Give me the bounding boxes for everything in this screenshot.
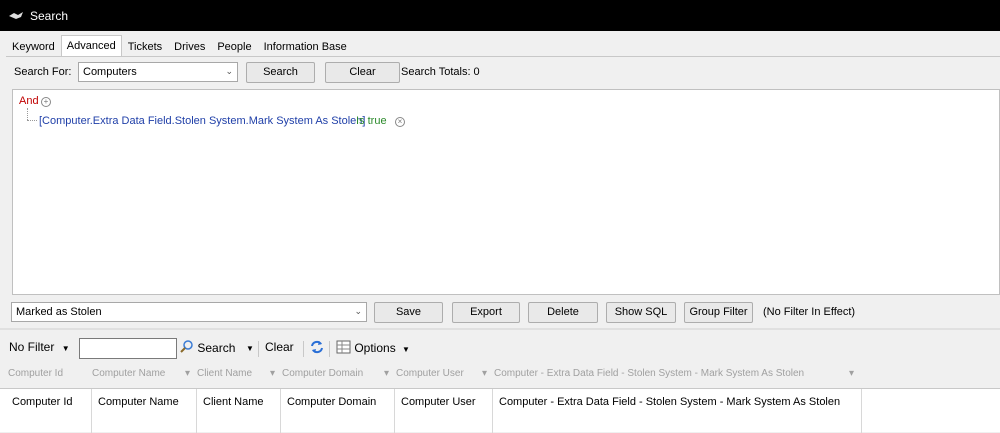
tab-advanced[interactable]: Advanced [60,35,122,56]
search-for-select[interactable]: Computers ⌄ [78,62,238,82]
search-button[interactable]: Search [246,62,315,83]
add-condition-icon[interactable]: + [41,97,51,107]
no-filter-dropdown[interactable]: No Filter ▼ [9,340,70,354]
column-header-mark-stolen[interactable]: Computer - Extra Data Field - Stolen Sys… [493,389,862,433]
tab-information-base[interactable]: Information Base [258,37,353,56]
chevron-down-icon[interactable]: ▾ [384,368,389,379]
filter-client-name[interactable]: Client Name [197,368,252,379]
chevron-down-icon: ⌄ [225,66,233,76]
column-header-computer-name[interactable]: Computer Name [92,389,197,433]
toolbar-search-button[interactable]: Search [180,340,235,355]
delete-button[interactable]: Delete [528,302,598,323]
tree-line [27,108,28,120]
section-divider [0,328,1000,330]
chevron-down-icon[interactable]: ▾ [185,368,190,379]
toolbar-clear-button[interactable]: Clear [265,340,294,354]
caret-down-icon: ▼ [61,344,70,353]
save-button[interactable]: Save [374,302,443,323]
filter-computer-id[interactable]: Computer Id [8,368,63,379]
show-sql-button[interactable]: Show SQL [606,302,676,323]
tab-strip: Keyword Advanced Tickets Drives People I… [6,35,353,56]
options-label: Options [354,341,396,355]
column-header-computer-user[interactable]: Computer User [395,389,493,433]
toolbar-separator [303,341,304,357]
chevron-down-icon[interactable]: ▾ [270,368,275,379]
filter-row: Computer Id Computer Name ▾ Client Name … [0,364,1000,384]
toolbar-separator [329,341,330,357]
search-window-icon [8,10,24,22]
clear-button[interactable]: Clear [325,62,400,83]
refresh-icon[interactable] [310,340,324,355]
column-header-computer-id[interactable]: Computer Id [6,389,92,433]
filter-computer-domain[interactable]: Computer Domain [282,368,363,379]
caret-down-icon: ▼ [402,345,410,354]
title-bar: Search [0,0,1000,31]
filter-mark-stolen[interactable]: Computer - Extra Data Field - Stolen Sys… [494,368,804,379]
window-title: Search [30,8,69,23]
tab-keyword[interactable]: Keyword [6,37,61,56]
saved-filter-select[interactable]: Marked as Stolen ⌄ [11,302,367,322]
column-header-client-name[interactable]: Client Name [197,389,281,433]
options-grid-icon [336,340,354,355]
tab-people[interactable]: People [211,37,257,56]
filter-computer-name[interactable]: Computer Name [92,368,165,379]
options-dropdown[interactable]: Options ▼ [336,340,410,355]
filter-computer-user[interactable]: Computer User [396,368,464,379]
filter-status: (No Filter In Effect) [763,306,856,318]
tree-line [27,120,37,121]
no-filter-label: No Filter [9,340,55,354]
export-button[interactable]: Export [452,302,520,323]
condition-field[interactable]: [Computer.Extra Data Field.Stolen System… [39,115,365,127]
query-builder[interactable]: And + [Computer.Extra Data Field.Stolen … [12,89,1000,295]
caret-down-icon: ▼ [246,344,254,353]
search-options-dropdown[interactable]: ▼ [246,340,254,354]
saved-filter-row: Marked as Stolen ⌄ Save Export Delete Sh… [0,298,1000,326]
filter-text-input[interactable] [79,338,177,359]
chevron-down-icon: ⌄ [354,306,362,316]
condition-operator[interactable]: Is true [356,115,387,127]
tab-drives[interactable]: Drives [168,37,211,56]
search-for-value: Computers [83,66,137,78]
search-for-bar: Search For: Computers ⌄ Search Clear Sea… [6,56,1000,88]
magnifier-icon [180,340,197,355]
results-grid: Computer Id Computer Name Client Name Co… [0,388,1000,433]
tab-tickets[interactable]: Tickets [122,37,168,56]
search-for-label: Search For: [14,66,72,78]
saved-filter-value: Marked as Stolen [16,306,102,318]
toolbar-separator [258,341,259,357]
column-header-computer-domain[interactable]: Computer Domain [281,389,395,433]
chevron-down-icon[interactable]: ▾ [482,368,487,379]
remove-condition-icon[interactable]: × [395,117,405,127]
search-totals: Search Totals: 0 [401,66,480,78]
chevron-down-icon[interactable]: ▾ [849,368,854,379]
results-toolbar: No Filter ▼ Search ▼ Clear Options ▼ [0,336,1000,362]
operator-and[interactable]: And [19,95,39,107]
toolbar-search-label: Search [197,341,236,355]
group-filter-button[interactable]: Group Filter [684,302,753,323]
